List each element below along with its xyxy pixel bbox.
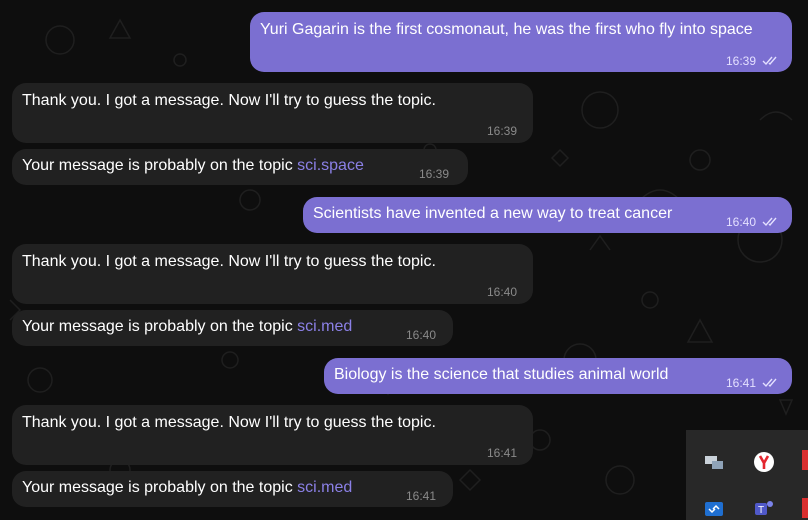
tray-partial-red-icon-2[interactable] (802, 498, 808, 518)
incoming-message[interactable]: Your message is probably on the topic sc… (12, 310, 453, 346)
message-prefix: Your message is probably on the topic (22, 157, 298, 174)
topic-link[interactable]: sci.med (297, 479, 352, 496)
message-text: Your message is probably on the topic sc… (22, 155, 458, 177)
message-text: Thank you. I got a message. Now I'll try… (22, 414, 436, 431)
svg-text:T: T (758, 505, 764, 516)
incoming-message[interactable]: Thank you. I got a message. Now I'll try… (12, 244, 533, 304)
message-time: 16:39 (419, 167, 450, 181)
yandex-browser-icon[interactable] (752, 450, 776, 474)
message-text: Your message is probably on the topic sc… (22, 477, 443, 499)
message-time: 16:40 (726, 215, 757, 229)
message-time: 16:40 (406, 328, 437, 342)
outgoing-message[interactable]: Biology is the science that studies anim… (324, 358, 792, 394)
message-prefix: Your message is probably on the topic (22, 318, 298, 335)
double-check-icon (762, 217, 777, 227)
remote-desktop-icon[interactable] (702, 498, 726, 520)
network-device-icon[interactable] (702, 450, 726, 474)
message-text: Your message is probably on the topic sc… (22, 316, 443, 338)
system-tray-overflow: T (686, 430, 808, 520)
message-text: Scientists have invented a new way to tr… (313, 205, 673, 222)
outgoing-message[interactable]: Scientists have invented a new way to tr… (303, 197, 792, 233)
teams-icon[interactable]: T (752, 498, 776, 520)
message-text: Thank you. I got a message. Now I'll try… (22, 253, 436, 270)
tray-partial-red-icon[interactable] (802, 450, 808, 470)
message-text: Yuri Gagarin is the first cosmonaut, he … (260, 21, 753, 38)
double-check-icon (762, 56, 777, 66)
message-time: 16:39 (487, 124, 518, 138)
incoming-message[interactable]: Your message is probably on the topic sc… (12, 149, 468, 185)
double-check-icon (762, 378, 777, 388)
message-time: 16:41 (726, 376, 757, 390)
message-time: 16:40 (487, 285, 518, 299)
incoming-message[interactable]: Thank you. I got a message. Now I'll try… (12, 83, 533, 143)
outgoing-message[interactable]: Yuri Gagarin is the first cosmonaut, he … (250, 12, 792, 72)
incoming-message[interactable]: Thank you. I got a message. Now I'll try… (12, 405, 533, 465)
message-time: 16:41 (487, 446, 518, 460)
message-text: Biology is the science that studies anim… (334, 366, 669, 383)
incoming-message[interactable]: Your message is probably on the topic sc… (12, 471, 453, 507)
topic-link[interactable]: sci.med (297, 318, 352, 335)
topic-link[interactable]: sci.space (297, 157, 364, 174)
message-time: 16:41 (406, 489, 437, 503)
message-text: Thank you. I got a message. Now I'll try… (22, 92, 436, 109)
message-prefix: Your message is probably on the topic (22, 479, 298, 496)
message-time: 16:39 (726, 54, 757, 68)
